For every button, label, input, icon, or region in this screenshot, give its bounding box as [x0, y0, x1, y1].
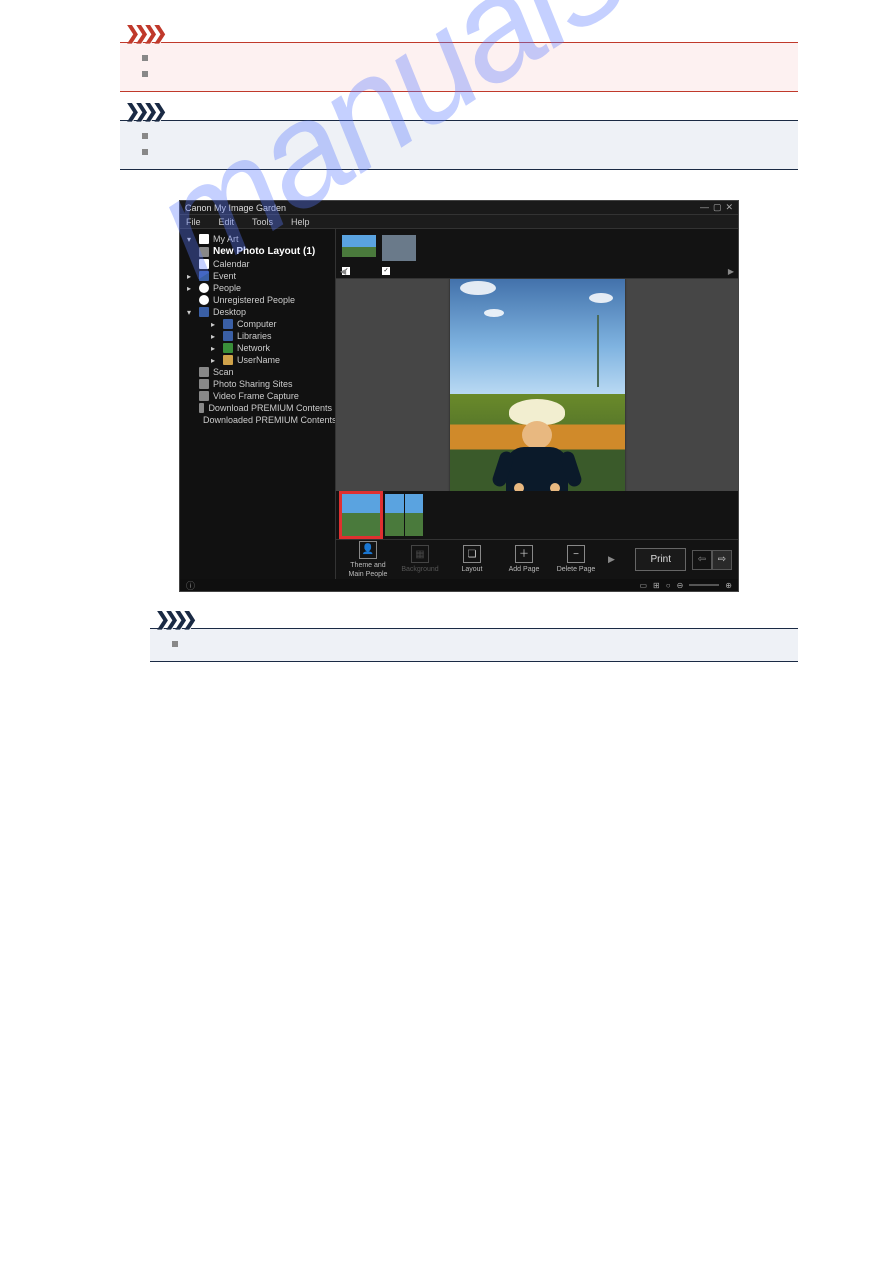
sidebar-item-label: Video Frame Capture: [213, 391, 299, 401]
sidebar-item-computer[interactable]: ▸Computer: [183, 318, 332, 330]
menubar: File Edit Tools Help: [180, 215, 738, 229]
titlebar: Canon My Image Garden — ▢ ✕: [180, 201, 738, 215]
sidebar-item-label: Network: [237, 343, 270, 353]
sidebar-item-scan[interactable]: Scan: [183, 366, 332, 378]
sidebar-item-label: Libraries: [237, 331, 272, 341]
sidebar-item-label: Calendar: [213, 259, 250, 269]
menu-tools[interactable]: Tools: [252, 217, 273, 227]
tool-label: Theme and Main People: [349, 561, 388, 579]
tool-label: Background: [401, 565, 438, 574]
menu-file[interactable]: File: [186, 217, 201, 227]
scroll-right-icon[interactable]: ▶: [728, 267, 734, 276]
sidebar-item-label: Event: [213, 271, 236, 281]
expand-arrow-icon[interactable]: ▶: [602, 554, 621, 565]
sidebar-item-label: UserName: [237, 355, 280, 365]
sidebar-item-label: Scan: [213, 367, 234, 377]
tool-label: Delete Page: [557, 565, 596, 574]
sidebar-item-label: Download PREMIUM Contents: [208, 403, 332, 413]
preview-area[interactable]: [336, 279, 738, 491]
theme-button[interactable]: 👤 Theme and Main People: [342, 541, 394, 579]
page-thumbnail[interactable]: [385, 494, 423, 536]
note-notice-1: ❯❯❯❯: [120, 102, 798, 170]
bottom-toolbar: 👤 Theme and Main People ▦ Background ❏ L…: [336, 539, 738, 579]
add-page-button[interactable]: ＋ Add Page: [498, 545, 550, 574]
sidebar-item-desktop[interactable]: ▾Desktop: [183, 306, 332, 318]
sidebar-item-label: Unregistered People: [213, 295, 295, 305]
sidebar-item-libraries[interactable]: ▸Libraries: [183, 330, 332, 342]
sidebar-item-dpc[interactable]: Download PREMIUM Contents: [183, 402, 332, 414]
info-icon: ⓘ: [186, 579, 195, 592]
sidebar-item-vfc[interactable]: Video Frame Capture: [183, 390, 332, 402]
tool-label: Add Page: [509, 565, 540, 574]
arrows-icon: ❯❯❯❯: [120, 102, 798, 120]
layout-icon: ❏: [463, 545, 481, 563]
app-window: Canon My Image Garden — ▢ ✕ File Edit To…: [179, 200, 739, 592]
menu-help[interactable]: Help: [291, 217, 310, 227]
minimize-icon[interactable]: —: [700, 202, 709, 213]
layout-button[interactable]: ❏ Layout: [446, 545, 498, 574]
scroll-left-icon[interactable]: ◀: [340, 267, 346, 276]
sidebar-item-label: My Art: [213, 234, 239, 244]
arrows-icon: ❯❯❯❯: [120, 24, 798, 42]
delete-page-button[interactable]: − Delete Page: [550, 545, 602, 574]
sidebar-item-label: People: [213, 283, 241, 293]
thumbnail[interactable]: ✓: [382, 235, 416, 273]
tool-label: Layout: [461, 565, 482, 574]
photo-preview: [450, 279, 625, 491]
sidebar-item-label: Desktop: [213, 307, 246, 317]
sidebar-item-calendar[interactable]: Calendar: [183, 258, 332, 270]
sidebar-item-people[interactable]: ▸People: [183, 282, 332, 294]
sidebar-item-label: New Photo Layout (1): [213, 246, 315, 257]
close-icon[interactable]: ✕: [725, 202, 733, 213]
sidebar: ▾My Art New Photo Layout (1) Calendar ▸E…: [180, 229, 335, 579]
statusbar: ⓘ ▭ ⊞ ○ ⊖ ⊕: [180, 579, 738, 591]
sidebar-item-username[interactable]: ▸UserName: [183, 354, 332, 366]
zoom-in-icon[interactable]: ⊕: [725, 581, 732, 590]
status-icon: ⊞: [653, 581, 660, 590]
note-notice-2: ❯❯❯❯: [150, 610, 798, 662]
menu-edit[interactable]: Edit: [219, 217, 235, 227]
sidebar-item-my-art[interactable]: ▾My Art: [183, 233, 332, 245]
sidebar-item-unregistered[interactable]: Unregistered People: [183, 294, 332, 306]
sidebar-item-label: Computer: [237, 319, 277, 329]
page-thumbnail[interactable]: [342, 494, 380, 536]
add-page-icon: ＋: [515, 545, 533, 563]
nav-prev-button[interactable]: ⇦: [692, 550, 712, 570]
arrows-icon: ❯❯❯❯: [150, 610, 798, 628]
zoom-slider[interactable]: [689, 584, 719, 586]
sidebar-item-dpc2[interactable]: Downloaded PREMIUM Contents: [183, 414, 332, 426]
print-button[interactable]: Print: [635, 548, 686, 571]
people-icon: 👤: [359, 541, 377, 559]
app-title: Canon My Image Garden: [185, 203, 286, 213]
maximize-icon[interactable]: ▢: [713, 202, 722, 213]
status-icon: ○: [666, 581, 671, 590]
check-icon: ✓: [382, 267, 390, 275]
sidebar-item-sharing[interactable]: Photo Sharing Sites: [183, 378, 332, 390]
sidebar-item-event[interactable]: ▸Event: [183, 270, 332, 282]
thumbnail[interactable]: ✓: [342, 235, 376, 273]
sidebar-item-new-layout[interactable]: New Photo Layout (1): [183, 245, 332, 258]
sidebar-item-label: Downloaded PREMIUM Contents: [203, 415, 335, 425]
status-icon: ▭: [639, 581, 647, 590]
main-area: ✓ ✓ ◀ ▶: [335, 229, 738, 579]
nav-next-button[interactable]: ⇨: [712, 550, 732, 570]
thumbnail-strip: ✓ ✓ ◀ ▶: [336, 229, 738, 279]
delete-page-icon: −: [567, 545, 585, 563]
background-icon: ▦: [411, 545, 429, 563]
important-notice: ❯❯❯❯: [120, 24, 798, 92]
page-strip: [336, 491, 738, 539]
background-button[interactable]: ▦ Background: [394, 545, 446, 574]
zoom-out-icon[interactable]: ⊖: [677, 581, 684, 590]
sidebar-item-network[interactable]: ▸Network: [183, 342, 332, 354]
sidebar-item-label: Photo Sharing Sites: [213, 379, 293, 389]
